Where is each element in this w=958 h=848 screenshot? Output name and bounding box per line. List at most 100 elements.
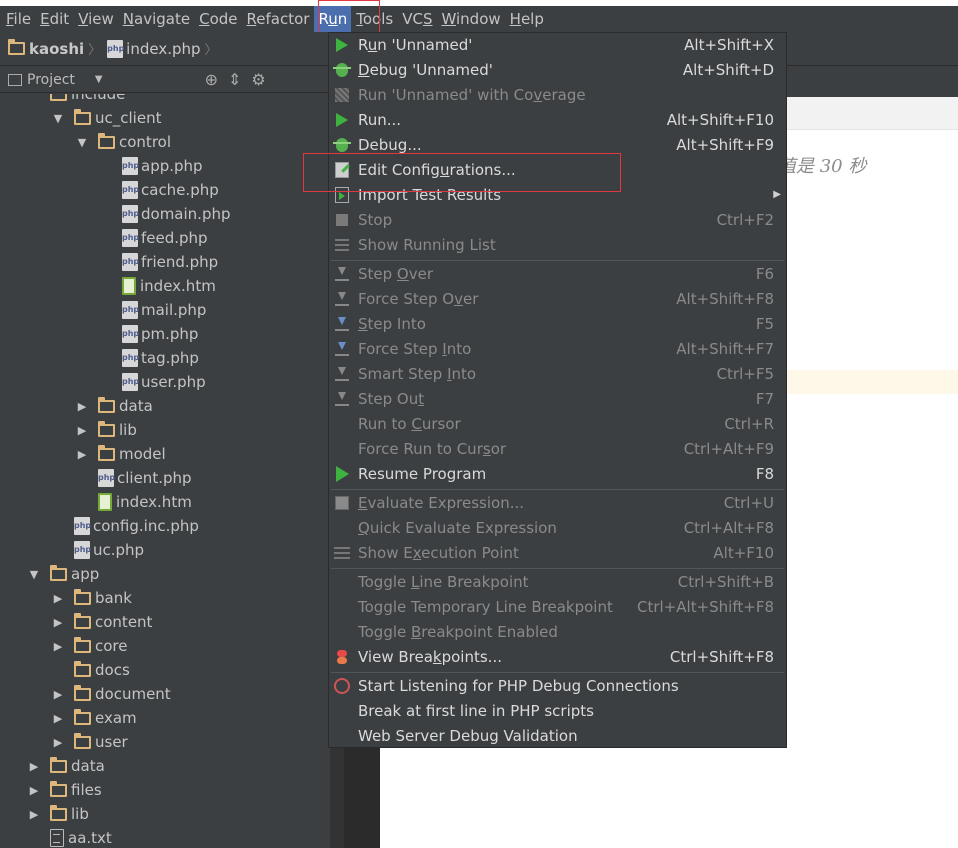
- menu-item-break-at-first-line-in-php-scripts[interactable]: Break at first line in PHP scripts: [329, 699, 786, 724]
- menu-code[interactable]: Code: [195, 6, 241, 32]
- menu-item-show-running-list[interactable]: Show Running List: [329, 233, 786, 258]
- tree-item[interactable]: php cache.php: [122, 178, 219, 202]
- expand-right-icon[interactable]: ▶: [52, 616, 64, 629]
- menu-item-toggle-temporary-line-breakpoint[interactable]: Toggle Temporary Line Breakpoint Ctrl+Alt…: [329, 595, 786, 620]
- tree-item[interactable]: php tag.php: [122, 346, 199, 370]
- tree-item[interactable]: ▶ lib: [28, 802, 89, 826]
- menu-item-view-breakpoints[interactable]: View Breakpoints... Ctrl+Shift+F8: [329, 645, 786, 670]
- menu-item-force-step-into[interactable]: Force Step Into Alt+Shift+F7: [329, 337, 786, 362]
- tree-item[interactable]: aa.txt: [50, 826, 112, 848]
- menu-item-stop[interactable]: Stop Ctrl+F2: [329, 208, 786, 233]
- tree-item[interactable]: php user.php: [122, 370, 206, 394]
- menu-navigate[interactable]: Navigate: [119, 6, 194, 32]
- tree-item[interactable]: php feed.php: [122, 226, 208, 250]
- menu-edit[interactable]: Edit: [36, 6, 73, 32]
- menu-item-debug-unnamed[interactable]: Debug 'Unnamed' Alt+Shift+D: [329, 58, 786, 83]
- expand-down-icon[interactable]: ▼: [28, 568, 40, 581]
- menu-item-run-unnamed[interactable]: Run 'Unnamed' Alt+Shift+X: [329, 33, 786, 58]
- menu-label-part: Show E: [358, 544, 413, 562]
- locate-icon[interactable]: ⊕: [205, 70, 218, 89]
- expand-right-icon[interactable]: ▶: [52, 640, 64, 653]
- tree-item[interactable]: ▶ core: [52, 634, 128, 658]
- menu-item-quick-evaluate-expression[interactable]: Quick Evaluate Expression Ctrl+Alt+F8: [329, 516, 786, 541]
- tree-item[interactable]: php pm.php: [122, 322, 198, 346]
- menu-item-force-run-to-cursor[interactable]: Force Run to Cursor Ctrl+Alt+F9: [329, 437, 786, 462]
- menu-item-run[interactable]: Run... Alt+Shift+F10: [329, 108, 786, 133]
- gear-icon[interactable]: ⚙: [251, 70, 265, 89]
- expand-right-icon[interactable]: ▶: [76, 424, 88, 437]
- menu-file[interactable]: File: [2, 6, 35, 32]
- tree-item[interactable]: ▼ uc_client: [52, 106, 161, 130]
- menu-refactor[interactable]: Refactor: [243, 6, 314, 32]
- expand-right-icon[interactable]: ▶: [76, 400, 88, 413]
- project-panel-title[interactable]: Project: [27, 72, 75, 88]
- menu-label-part: D: [358, 61, 370, 79]
- tree-item[interactable]: ▶ model: [76, 442, 166, 466]
- project-icon: [8, 73, 22, 86]
- tree-item[interactable]: php config.inc.php: [74, 514, 199, 538]
- expand-down-icon[interactable]: ▼: [52, 112, 64, 125]
- expand-right-icon[interactable]: ▶: [76, 448, 88, 461]
- tree-item[interactable]: php domain.php: [122, 202, 231, 226]
- editor-comment-text: 值是 30 秒: [778, 156, 867, 177]
- expand-right-icon[interactable]: ▶: [28, 784, 40, 797]
- tree-item[interactable]: ▶ document: [52, 682, 171, 706]
- tree-item[interactable]: index.htm: [122, 274, 216, 298]
- tree-item[interactable]: php app.php: [122, 154, 203, 178]
- menu-item-shortcut: F6: [755, 265, 774, 283]
- chevron-down-icon[interactable]: ▼: [95, 74, 103, 85]
- expand-right-icon[interactable]: ▶: [28, 808, 40, 821]
- menu-item-web-server-debug-validation[interactable]: Web Server Debug Validation: [329, 724, 786, 749]
- tree-item[interactable]: php friend.php: [122, 250, 218, 274]
- tree-item-label: tag.php: [141, 349, 199, 367]
- menu-item-show-execution-point[interactable]: Show Execution Point Alt+F10: [329, 541, 786, 566]
- tree-item[interactable]: php uc.php: [74, 538, 144, 562]
- tree-item[interactable]: include: [28, 94, 125, 106]
- menu-window[interactable]: Window: [437, 6, 504, 32]
- expand-right-icon[interactable]: ▶: [52, 736, 64, 749]
- menu-item-step-over[interactable]: Step Over F6: [329, 262, 786, 287]
- expand-right-icon[interactable]: ▶: [52, 712, 64, 725]
- menu-label-part: er: [462, 290, 479, 308]
- tree-item[interactable]: php mail.php: [122, 298, 206, 322]
- menu-item-run-to-cursor[interactable]: Run to Cursor Ctrl+R: [329, 412, 786, 437]
- menu-item-force-step-over[interactable]: Force Step Over Alt+Shift+F8: [329, 287, 786, 312]
- tree-item[interactable]: ▼ control: [76, 130, 171, 154]
- expand-down-icon[interactable]: ▼: [76, 136, 88, 149]
- tree-item[interactable]: ▶ content: [52, 610, 152, 634]
- menu-item-run-unnamed-with-coverage[interactable]: Run 'Unnamed' with Coverage: [329, 83, 786, 108]
- tree-item[interactable]: docs: [52, 658, 130, 682]
- tree-item[interactable]: ▶ exam: [52, 706, 137, 730]
- menu-item-smart-step-into[interactable]: Smart Step Into Ctrl+F5: [329, 362, 786, 387]
- breadcrumb-file[interactable]: php index.php 〉: [107, 39, 218, 58]
- stop-icon: [333, 211, 351, 229]
- tree-item[interactable]: ▶ files: [28, 778, 102, 802]
- tree-item[interactable]: ▶ bank: [52, 586, 132, 610]
- tree-item[interactable]: index.htm: [98, 490, 192, 514]
- tree-item[interactable]: ▼ app: [28, 562, 99, 586]
- tree-item[interactable]: ▶ data: [28, 754, 105, 778]
- menu-label-part: nto: [451, 365, 477, 383]
- expand-right-icon[interactable]: ▶: [52, 688, 64, 701]
- expand-right-icon[interactable]: ▶: [28, 760, 40, 773]
- menu-item-step-into[interactable]: Step Into F5: [329, 312, 786, 337]
- menu-item-toggle-line-breakpoint[interactable]: Toggle Line Breakpoint Ctrl+Shift+B: [329, 570, 786, 595]
- collapse-icon[interactable]: ⇕: [228, 70, 241, 89]
- breadcrumb-project[interactable]: kaoshi 〉: [8, 39, 101, 58]
- menu-item-toggle-breakpoint-enabled[interactable]: Toggle Breakpoint Enabled: [329, 620, 786, 645]
- menu-item-start-listening-for-php-debug-connections[interactable]: Start Listening for PHP Debug Connection…: [329, 674, 786, 699]
- breadcrumb-file-label: index.php: [126, 39, 201, 58]
- tree-item[interactable]: ▶ lib: [76, 418, 137, 442]
- tree-item[interactable]: ▶ user: [52, 730, 128, 754]
- menu-item-resume-program[interactable]: Resume Program F8: [329, 462, 786, 487]
- menu-label-part: Force Step O: [358, 290, 455, 308]
- tree-item[interactable]: php client.php: [98, 466, 192, 490]
- expand-right-icon[interactable]: ▶: [52, 592, 64, 605]
- menu-item-evaluate-expression[interactable]: Evaluate Expression... Ctrl+U: [329, 491, 786, 516]
- menu-item-step-out[interactable]: Step Out F7: [329, 387, 786, 412]
- tree-item[interactable]: ▶ data: [76, 394, 153, 418]
- menu-help[interactable]: Help: [506, 6, 548, 32]
- menu-vcs[interactable]: VCS: [398, 6, 436, 32]
- menu-view[interactable]: View: [74, 6, 118, 32]
- breadcrumb-separator-icon: 〉: [204, 43, 218, 58]
